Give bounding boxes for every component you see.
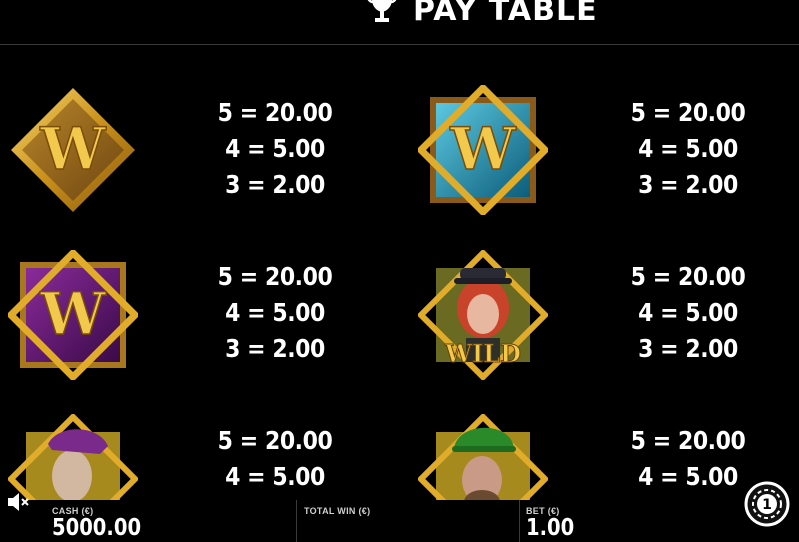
pay-line: 3 = 2.00 (225, 334, 325, 363)
total-win-label: TOTAL WIN (€) (304, 506, 371, 516)
page-title: PAY TABLE (365, 0, 598, 30)
sound-mute-button[interactable] (6, 491, 32, 513)
pay-line: 5 = 20.00 (217, 426, 333, 455)
pay-line: 5 = 20.00 (630, 262, 746, 291)
gold-w-paytable: 5 = 20.00 4 = 5.00 3 = 2.00 (205, 95, 346, 203)
purple-hat-man-paytable: 5 = 20.00 4 = 5.00 (205, 423, 346, 495)
wild-paytable: 5 = 20.00 4 = 5.00 3 = 2.00 (618, 259, 759, 367)
pay-line: 4 = 5.00 (638, 134, 738, 163)
cash-value: 5000.00 (52, 515, 142, 541)
pay-line: 5 = 20.00 (217, 98, 333, 127)
pay-line: 4 = 5.00 (225, 462, 325, 491)
bar-divider (296, 500, 297, 542)
green-hat-man-paytable: 5 = 20.00 4 = 5.00 (618, 423, 759, 495)
pay-line: 5 = 20.00 (630, 426, 746, 455)
pay-line: 4 = 5.00 (225, 298, 325, 327)
speaker-muted-icon (8, 493, 29, 511)
gold-w-symbol: W (8, 85, 138, 215)
purple-w-symbol: W (8, 250, 138, 380)
svg-text:W: W (39, 280, 106, 348)
bar-divider (519, 500, 520, 542)
trophy-icon (365, 0, 399, 33)
svg-text:1: 1 (762, 497, 772, 513)
purple-hat-man-symbol (8, 414, 138, 500)
paytable-title-text: PAY TABLE (413, 0, 598, 28)
pay-line: 4 = 5.00 (225, 134, 325, 163)
svg-text:W: W (449, 115, 516, 183)
green-hat-man-symbol (418, 414, 548, 500)
paytable-header: PAY TABLE (0, 0, 799, 45)
blue-w-symbol: W (418, 85, 548, 215)
pay-line: 3 = 2.00 (638, 334, 738, 363)
coin-value-button[interactable]: 1 (744, 481, 790, 527)
wild-redhead-symbol: WILD (418, 250, 548, 380)
purple-w-paytable: 5 = 20.00 4 = 5.00 3 = 2.00 (205, 259, 346, 367)
bet-value[interactable]: 1.00 (526, 515, 574, 541)
pay-line: 3 = 2.00 (225, 170, 325, 199)
pay-line: 4 = 5.00 (638, 298, 738, 327)
coin-icon: 1 (744, 481, 790, 527)
wild-label: WILD (444, 339, 521, 368)
blue-w-paytable: 5 = 20.00 4 = 5.00 3 = 2.00 (618, 95, 759, 203)
pay-line: 5 = 20.00 (630, 98, 746, 127)
pay-line: 4 = 5.00 (638, 462, 738, 491)
pay-line: 5 = 20.00 (217, 262, 333, 291)
svg-text:W: W (39, 115, 106, 183)
pay-line: 3 = 2.00 (638, 170, 738, 199)
